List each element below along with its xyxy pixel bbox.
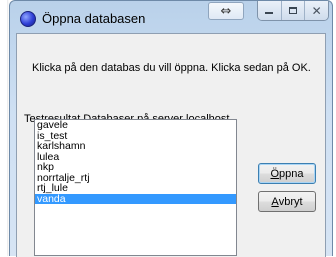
- dialog-window: Öppna databasen ⇔ ✕ Klicka på den databa…: [9, 0, 333, 257]
- dialog-client-area: Klicka på den databas du vill öppna. Kli…: [16, 33, 326, 257]
- minimize-icon: [265, 12, 274, 14]
- close-icon: ✕: [311, 3, 322, 18]
- minimize-button[interactable]: [258, 1, 282, 20]
- cancel-button-label: vbryt: [278, 195, 303, 208]
- list-item-vanda[interactable]: vanda: [35, 193, 236, 204]
- list-item-nkp[interactable]: nkp: [35, 162, 236, 173]
- maximize-button[interactable]: [281, 1, 306, 20]
- close-button[interactable]: ✕: [305, 1, 328, 20]
- list-item-karlshamn[interactable]: karlshamn: [35, 141, 236, 152]
- database-listbox[interactable]: gavele is_test karlshamn lulea nkp norrt…: [34, 119, 237, 256]
- open-button-accelerator: Ö: [270, 167, 280, 180]
- list-item-lulea[interactable]: lulea: [35, 151, 236, 163]
- list-item-gavele[interactable]: gavele: [35, 120, 236, 131]
- open-button[interactable]: Öppna: [258, 163, 316, 184]
- instruction-text: Klicka på den databas du vill öppna. Kli…: [32, 62, 311, 74]
- window-controls: ✕: [257, 1, 329, 21]
- open-button-label: ppna: [279, 167, 304, 180]
- list-item-rtj-lule[interactable]: rtj_lule: [35, 183, 236, 194]
- cancel-button-accelerator: A: [271, 195, 279, 208]
- resize-arrows-icon[interactable]: ⇔: [208, 2, 244, 20]
- maximize-icon: [289, 7, 297, 14]
- database-app-icon: [20, 11, 36, 27]
- window-title: Öppna databasen: [42, 11, 146, 26]
- title-bar[interactable]: Öppna databasen ⇔ ✕: [10, 1, 332, 31]
- cancel-button[interactable]: Avbryt: [258, 191, 316, 212]
